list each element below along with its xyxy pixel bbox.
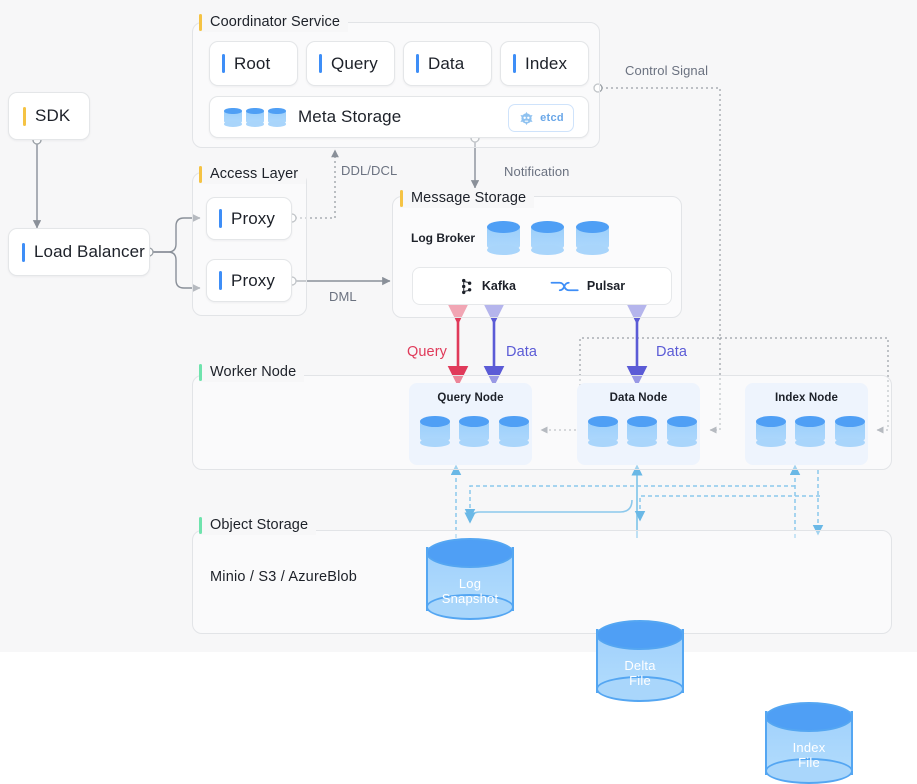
log-broker-label: Log Broker: [411, 231, 476, 245]
delta-file-store[interactable]: Delta File: [596, 620, 684, 702]
query-node-label: Query Node: [437, 392, 504, 404]
index-file-top: [765, 702, 853, 732]
notification-label: Notification: [504, 164, 570, 179]
log-broker-cylinder: [531, 221, 565, 255]
log-snapshot-line1: Log: [458, 576, 482, 591]
proxy-2-accent-bar: [219, 271, 222, 290]
index-file-line2: File: [798, 755, 820, 770]
access-layer-title-text: Access Layer: [210, 166, 299, 182]
coordinator-data-label: Data: [428, 53, 465, 73]
log-broker-cylinder: [575, 221, 609, 255]
log-snapshot-label: Log Snapshot: [426, 576, 514, 606]
data-node-cylinder: [588, 416, 618, 447]
control-signal-label: Control Signal: [625, 63, 709, 78]
delta-file-top: [596, 620, 684, 650]
etcd-logo-icon: [518, 110, 535, 127]
delta-file-line1: Delta: [624, 658, 656, 673]
query-node-cylinder: [459, 416, 490, 447]
query-node-cylinder: [420, 416, 450, 447]
index-node-cylinder: [834, 416, 865, 447]
object-storage-title: Object Storage: [199, 515, 317, 535]
load-balancer-box[interactable]: Load Balancer: [8, 228, 150, 276]
coordinator-index-label: Index: [525, 53, 568, 73]
message-storage-accent-bar: [400, 189, 403, 207]
index-file-line1: Index: [792, 740, 826, 755]
coordinator-data[interactable]: Data: [403, 41, 492, 86]
object-storage-providers-label: Minio / S3 / AzureBlob: [210, 569, 358, 585]
data-arrow-label-2: Data: [656, 344, 688, 360]
index-node-cylinder: [756, 416, 786, 447]
data-arrow-label-1: Data: [506, 344, 538, 360]
coordinator-query-label: Query: [331, 53, 378, 73]
pulsar-label: Pulsar: [586, 279, 626, 293]
query-accent-bar: [319, 54, 322, 73]
coordinator-index[interactable]: Index: [500, 41, 589, 86]
load-balancer-accent-bar: [22, 242, 25, 262]
access-layer-title: Access Layer: [199, 164, 307, 184]
data-node-label: Data Node: [609, 392, 668, 404]
access-layer-accent-bar: [199, 165, 202, 183]
worker-node-title-text: Worker Node: [210, 364, 297, 380]
data-accent-bar: [416, 54, 419, 73]
kafka-label: Kafka: [481, 279, 516, 293]
log-broker-cylinder: [487, 221, 520, 255]
message-storage-title-text: Message Storage: [411, 190, 527, 206]
data-node-cylinders: [588, 416, 697, 452]
coordinator-title-text: Coordinator Service: [210, 14, 341, 30]
data-node-cylinder: [627, 416, 658, 447]
query-arrow-label: Query: [407, 344, 447, 360]
proxy-box-1[interactable]: Proxy: [206, 197, 292, 240]
coordinator-service-title: Coordinator Service: [199, 12, 349, 32]
coordinator-query[interactable]: Query: [306, 41, 395, 86]
log-snapshot-top: [426, 538, 514, 568]
load-balancer-label: Load Balancer: [34, 242, 145, 261]
meta-storage-label: Meta Storage: [298, 107, 402, 126]
index-node-cylinder: [795, 416, 826, 447]
data-node-panel[interactable]: Data Node: [577, 383, 700, 465]
object-storage-title-text: Object Storage: [210, 517, 309, 533]
object-storage-accent-bar: [199, 516, 202, 534]
meta-storage-cylinder: [224, 107, 242, 127]
proxy-1-accent-bar: [219, 209, 222, 228]
query-node-cylinder: [498, 416, 529, 447]
index-node-cylinders: [756, 416, 865, 452]
data-node-cylinder: [666, 416, 697, 447]
query-node-panel[interactable]: Query Node: [409, 383, 532, 465]
proxy-2-label: Proxy: [231, 270, 275, 290]
proxy-box-2[interactable]: Proxy: [206, 259, 292, 302]
root-accent-bar: [222, 54, 225, 73]
index-accent-bar: [513, 54, 516, 73]
sdk-box[interactable]: SDK: [8, 92, 90, 140]
worker-node-accent-bar: [199, 363, 202, 381]
log-snapshot-line2: Snapshot: [441, 591, 499, 606]
meta-storage-cylinder: [246, 107, 264, 127]
log-broker-cylinders: [487, 221, 609, 260]
coordinator-root-label: Root: [234, 53, 271, 73]
sdk-accent-bar: [23, 106, 26, 126]
coordinator-root[interactable]: Root: [209, 41, 298, 86]
proxy-1-label: Proxy: [231, 208, 275, 228]
delta-file-label: Delta File: [596, 658, 684, 688]
index-file-label: Index File: [765, 740, 853, 770]
log-snapshot-store[interactable]: Log Snapshot: [426, 538, 514, 620]
kafka-item[interactable]: Kafka: [459, 278, 516, 295]
message-storage-title: Message Storage: [400, 188, 535, 208]
etcd-badge[interactable]: etcd: [508, 104, 574, 132]
index-file-store[interactable]: Index File: [765, 702, 853, 784]
pulsar-item[interactable]: Pulsar: [550, 278, 625, 295]
pulsar-icon: [550, 278, 580, 295]
dml-label: DML: [329, 289, 357, 304]
query-node-cylinders: [420, 416, 529, 452]
ddl-dcl-label: DDL/DCL: [341, 163, 398, 178]
index-node-panel[interactable]: Index Node: [745, 383, 868, 465]
etcd-label: etcd: [540, 112, 564, 124]
coordinator-accent-bar: [199, 13, 202, 31]
delta-file-line2: File: [629, 673, 651, 688]
sdk-label: SDK: [35, 106, 71, 125]
broker-bar: Kafka Pulsar: [412, 267, 672, 305]
worker-node-title: Worker Node: [199, 362, 305, 382]
index-node-label: Index Node: [775, 392, 838, 404]
meta-storage-cylinder: [268, 107, 286, 127]
kafka-icon: [459, 278, 475, 295]
